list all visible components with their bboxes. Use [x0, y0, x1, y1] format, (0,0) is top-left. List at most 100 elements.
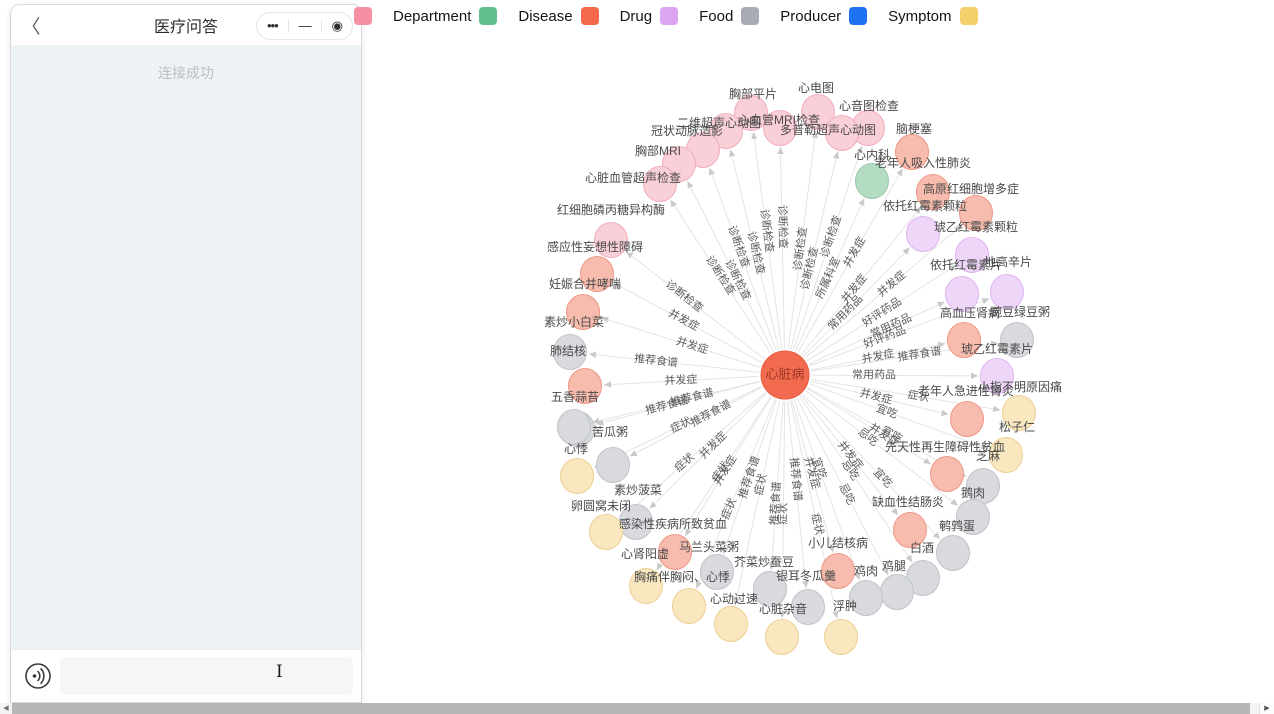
node-label: 银耳冬瓜羹 [776, 568, 836, 583]
node-label: 心悸 [564, 442, 588, 456]
legend-label: Food [699, 8, 733, 25]
legend-item-symptom[interactable]: Symptom [888, 7, 977, 25]
edge-label: 推荐食谱 [633, 351, 678, 370]
scroll-right-arrow-icon[interactable]: ▶ [1259, 703, 1274, 714]
edge-arrow-icon [709, 168, 715, 176]
node-label: 琥乙红霉素颗粒 [934, 219, 1018, 234]
legend-item-department[interactable]: Department [393, 7, 497, 25]
edge-arrow-icon [833, 151, 839, 159]
node-label: 鹌鹑蛋 [939, 518, 975, 533]
input-bar [11, 649, 361, 702]
node-label: 胸痛伴胸闷、心悸 [634, 569, 730, 584]
node-label: 卵圆窝未闭 [571, 498, 631, 513]
node-label: 鹅肉 [961, 486, 985, 500]
graph-node[interactable] [766, 620, 799, 655]
legend-swatch [660, 7, 678, 25]
node-label: 白酒 [910, 540, 934, 555]
graph-node[interactable] [715, 607, 748, 642]
node-label: 红细胞磷丙糖异构酶 [557, 202, 665, 217]
edge-arrow-icon [751, 132, 757, 139]
scrollbar-thumb[interactable] [12, 703, 1250, 714]
edge-label: 并发症 [664, 372, 698, 388]
graph-node[interactable] [558, 410, 591, 445]
legend-item-hidden[interactable] [354, 7, 372, 25]
legend-swatch [581, 7, 599, 25]
voice-icon[interactable] [24, 662, 52, 690]
node-label: 先天性再生障碍性贫血 [885, 439, 1005, 454]
node-label: 心动过速 [710, 592, 758, 606]
edge-label: 症状 [809, 512, 827, 536]
graph-node[interactable] [931, 457, 964, 492]
minimize-icon[interactable]: — [289, 13, 321, 39]
edge-arrow-icon [604, 381, 611, 387]
edge-arrow-icon [656, 563, 663, 571]
node-label: 胸部平片 [729, 86, 777, 101]
graph-node[interactable] [673, 589, 706, 624]
node-label: 老年人吸入性肺炎 [875, 156, 971, 170]
edge-arrow-icon [941, 410, 949, 416]
miniprogram-window: 〈 医疗问答 ••• — ◉ 连接成功 I [10, 4, 362, 703]
node-label: 心脏杂音 [759, 601, 807, 616]
node-label: 浮肿 [833, 598, 857, 613]
node-label: 胸部MRI [635, 143, 681, 158]
edge-label: 推荐食谱 [669, 385, 715, 409]
connection-status: 连接成功 [11, 63, 361, 83]
node-label: 心电图 [798, 81, 834, 95]
more-menu-icon[interactable]: ••• [257, 13, 288, 39]
edge-label: 并发症 [840, 234, 869, 270]
edge-label: 诊断检查 [663, 277, 706, 315]
edge-arrow-icon [670, 200, 677, 208]
legend-label: Producer [780, 8, 841, 25]
edge-label: 并发症 [675, 333, 711, 356]
node-label: 小指不明原因痛 [978, 379, 1062, 394]
legend-item-food[interactable]: Food [699, 7, 759, 25]
graph-node[interactable] [825, 620, 858, 655]
graph-node[interactable] [937, 536, 970, 571]
legend-label: Department [393, 8, 471, 25]
node-label: 肺结核 [550, 344, 586, 358]
edge-label: 诊断检查 [776, 205, 791, 249]
node-label: 苦瓜粥 [592, 425, 628, 439]
node-label: 芥菜炒蚕豆 [734, 555, 794, 569]
graph-node[interactable] [951, 402, 984, 437]
legend-swatch [354, 7, 372, 25]
graph-node[interactable] [597, 448, 630, 483]
miniprogram-header: 〈 医疗问答 ••• — ◉ [11, 5, 361, 45]
edge-arrow-icon [906, 555, 913, 563]
legend-label: Drug [620, 8, 653, 25]
node-label: 马兰头菜粥 [679, 540, 739, 554]
edge-arrow-icon [589, 352, 596, 358]
node-label: 心音图检查 [839, 98, 899, 113]
legend-swatch [741, 7, 759, 25]
edge-label: 并发症 [696, 428, 729, 461]
graph-node[interactable] [561, 459, 594, 494]
message-input[interactable] [60, 657, 353, 695]
horizontal-scrollbar[interactable]: ◀ ▶ [0, 703, 1274, 714]
edge-arrow-icon [982, 298, 990, 304]
node-label: 感染性疾病所致贫血 [619, 516, 727, 531]
node-label: 依托红霉素颗粒 [883, 198, 967, 213]
node-label: 五香蒜苔 [551, 390, 599, 404]
node-label: 琥乙红霉素片 [961, 341, 1033, 356]
graph-node[interactable] [881, 575, 914, 610]
center-node-label: 心脏病 [765, 366, 804, 381]
node-label: 鸡肉 [854, 563, 878, 578]
node-label: 感应性妄想性障碍 [547, 239, 643, 254]
close-icon[interactable]: ◉ [322, 13, 352, 39]
node-label: 小儿结核病 [808, 535, 868, 550]
node-label: 松子仁 [999, 420, 1035, 434]
graph-node[interactable] [590, 515, 623, 550]
legend-item-disease[interactable]: Disease [518, 7, 598, 25]
edge-label: 常用药品 [852, 368, 896, 381]
edge-arrow-icon [777, 147, 783, 154]
edge-label: 忌吃 [836, 481, 858, 507]
back-icon[interactable]: 〈 [11, 12, 51, 39]
scroll-left-arrow-icon[interactable]: ◀ [0, 703, 12, 714]
node-label: 鸡腿 [882, 558, 906, 573]
legend-item-producer[interactable]: Producer [780, 7, 867, 25]
edge-label: 推荐食谱 [897, 343, 943, 363]
edge-label: 并发症 [874, 267, 908, 299]
legend-item-drug[interactable]: Drug [620, 7, 679, 25]
node-label: 心脏血管超声检查 [585, 170, 681, 185]
node-label: 地高辛片 [984, 254, 1032, 269]
